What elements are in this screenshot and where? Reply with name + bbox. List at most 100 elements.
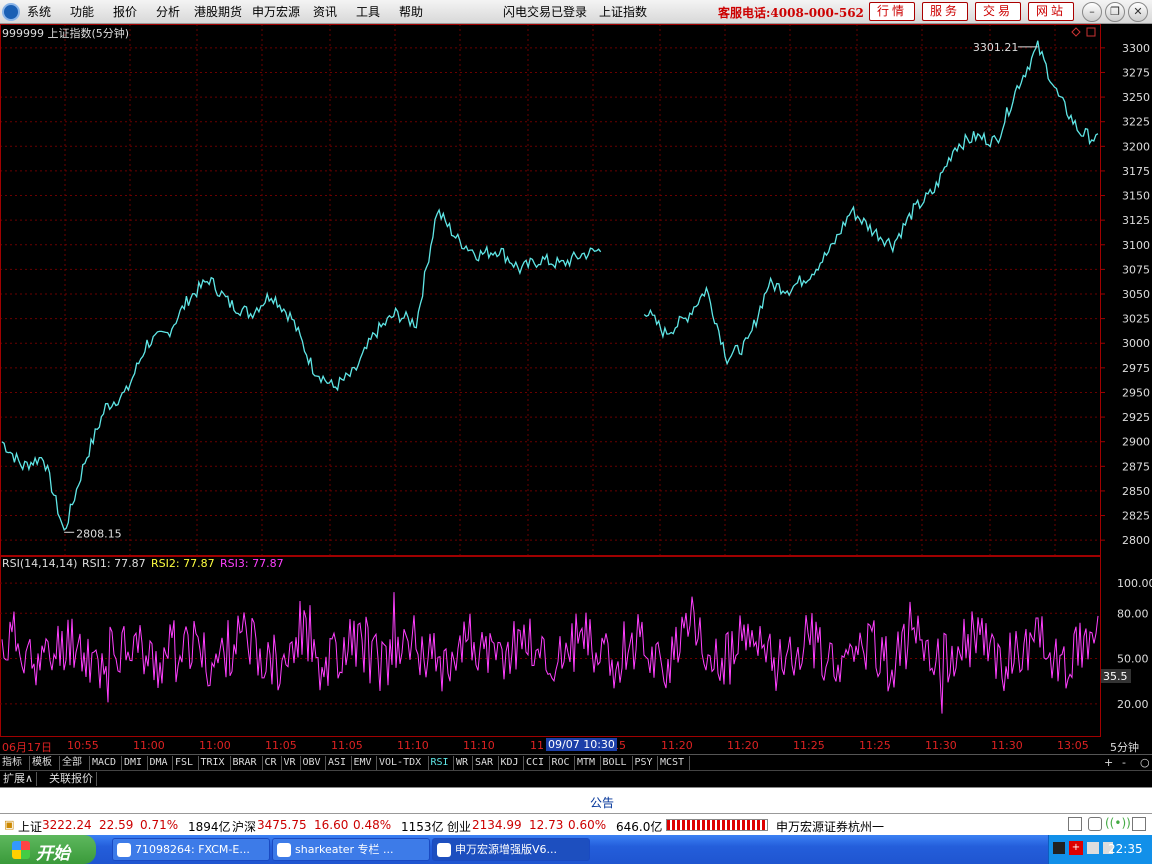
related-quotes-tab[interactable]: 关联报价 <box>46 772 97 786</box>
tray-network-icon[interactable] <box>1087 842 1099 854</box>
broker-name: 申万宏源证券杭州一 <box>776 820 885 834</box>
indicator-tab-rsi[interactable]: RSI <box>429 756 454 770</box>
service-hotline: 客服电话:4008-000-562 <box>718 6 864 20</box>
menu-system[interactable]: 系统 <box>27 3 51 20</box>
time-label: 13:05 <box>1057 739 1089 752</box>
minimize-icon[interactable]: – <box>1082 2 1102 22</box>
notice-bar: 公告 <box>0 787 1152 813</box>
indicator-tab-vr[interactable]: VR <box>282 756 301 770</box>
restore-icon[interactable]: ❐ <box>1105 2 1125 22</box>
y-tick-label: 2950 <box>1122 386 1150 399</box>
tray-app-icon[interactable] <box>1053 842 1065 854</box>
cy-change: 12.73 <box>529 818 564 832</box>
swhy-icon <box>437 843 451 857</box>
menu-tools[interactable]: 工具 <box>356 3 380 20</box>
y-tick-label: 3200 <box>1122 140 1150 153</box>
indicator-tabs: 指标 模板 全部 MACD DMI DMA FSL TRIX BRAR CR VR OBV ASI EMV… <box>0 754 1152 770</box>
indicator-tab-brar[interactable]: BRAR <box>231 756 263 770</box>
indicator-tab-macd[interactable]: MACD <box>90 756 122 770</box>
menu-swhy[interactable]: 申万宏源 <box>252 3 300 20</box>
website-button[interactable]: 网站 <box>1028 2 1074 21</box>
close-icon[interactable]: ✕ <box>1128 2 1148 22</box>
expand-tab[interactable]: 扩展∧ <box>0 772 38 786</box>
time-axis: 06月17日 10:55 11:00 11:00 11:05 11:05 11:10 11:… <box>0 737 1152 754</box>
indicator-tab-roc[interactable]: ROC <box>550 756 575 770</box>
indicator-tab-dma[interactable]: DMA <box>148 756 173 770</box>
menu-help[interactable]: 帮助 <box>399 3 423 20</box>
time-label: 11:05 <box>331 739 363 752</box>
sh-percent: 0.71% <box>140 818 179 832</box>
task-swhy[interactable]: 申万宏源增强版V6... <box>432 838 590 861</box>
indicator-tab-psy[interactable]: PSY <box>633 756 658 770</box>
alert-icon[interactable]: ▣ <box>4 818 14 831</box>
indicator-tab-mcst[interactable]: MCST <box>658 756 690 770</box>
rsi-current-value: 35.5 <box>1103 670 1128 683</box>
indicator-tab-指标[interactable]: 指标 <box>0 756 30 770</box>
browser-icon <box>277 843 291 857</box>
indicator-tab-obv[interactable]: OBV <box>301 756 326 770</box>
indicator-tab-trix[interactable]: TRIX <box>199 756 231 770</box>
task-fxcm[interactable]: 71098264: FXCM-E... <box>112 838 270 861</box>
indicator-tab-模板[interactable]: 模板 <box>30 756 60 770</box>
cy-percent: 0.60% <box>568 818 607 832</box>
time-label: 11:20 <box>727 739 759 752</box>
indicator-tab-cr[interactable]: CR <box>263 756 282 770</box>
rsi-grid <box>0 582 1100 705</box>
hs-volume: 1153亿 <box>401 820 444 834</box>
rsi-chart[interactable]: 20.00 50.00 80.00 100.00 RSI(14,14,14) RSI1… <box>0 556 1152 737</box>
indicator-tab-sar[interactable]: SAR <box>473 756 499 770</box>
time-label: 10:55 <box>67 739 99 752</box>
time-label: 11:00 <box>199 739 231 752</box>
notice-title[interactable]: 公告 <box>590 794 614 811</box>
indicator-tab-cci[interactable]: CCI <box>524 756 550 770</box>
task-browser[interactable]: sharkeater 专栏 ... <box>272 838 430 861</box>
time-label: 11:25 <box>793 739 825 752</box>
menu-hk-futures[interactable]: 港股期货 <box>194 3 242 20</box>
menu-function[interactable]: 功能 <box>70 3 94 20</box>
indicator-tab-fsl[interactable]: FSL <box>173 756 199 770</box>
rsi3-legend: RSI3: 77.87 <box>220 557 284 570</box>
indicator-tab-kdj[interactable]: KDJ <box>499 756 524 770</box>
rsi-tick-label: 80.00 <box>1117 607 1149 620</box>
menu-news[interactable]: 资讯 <box>313 3 337 20</box>
time-label: 11 <box>530 739 544 752</box>
indicator-tab-emv[interactable]: EMV <box>352 756 377 770</box>
y-tick-label: 2875 <box>1122 460 1150 473</box>
sh-volume: 1894亿 <box>188 820 231 834</box>
task-label: 71098264: FXCM-E... <box>135 843 250 856</box>
indicator-tab-vol-tdx[interactable]: VOL-TDX <box>377 756 429 770</box>
market-button[interactable]: 行情 <box>869 2 915 21</box>
price-chart[interactable]: 2800 2825 2850 2875 2900 2925 2950 2975 3000 3025… <box>0 24 1152 556</box>
menu-quote[interactable]: 报价 <box>113 3 137 20</box>
lock-icon[interactable] <box>1088 817 1102 831</box>
tray-plus-icon[interactable]: + <box>1069 841 1083 855</box>
indicator-tab-dmi[interactable]: DMI <box>122 756 148 770</box>
period-selector[interactable]: 5分钟 <box>1110 739 1139 755</box>
remove-indicator-icon[interactable]: - <box>1122 756 1126 769</box>
time-label: 11:20 <box>661 739 693 752</box>
indicator-tab-asi[interactable]: ASI <box>326 756 352 770</box>
expand-icon[interactable] <box>1086 27 1096 37</box>
extension-bar: 扩展∧ 关联报价 <box>0 770 1152 786</box>
add-indicator-icon[interactable]: + <box>1104 756 1113 769</box>
indicator-tab-全部[interactable]: 全部 <box>60 756 90 770</box>
rsi-series-line <box>1 592 1099 714</box>
cy-price: 2134.99 <box>472 818 522 832</box>
low-annotation: 2808.15 <box>76 527 122 540</box>
close-indicator-icon[interactable]: ○ <box>1140 756 1150 769</box>
service-button[interactable]: 服务 <box>922 2 968 21</box>
y-tick-label: 3250 <box>1122 91 1150 104</box>
window-icon[interactable] <box>1068 817 1082 831</box>
trade-button[interactable]: 交易 <box>975 2 1021 21</box>
fxcm-icon <box>117 843 131 857</box>
rsi-title: RSI(14,14,14) <box>2 557 77 570</box>
time-label: 11:05 <box>265 739 297 752</box>
settings-icon[interactable] <box>1132 817 1146 831</box>
menu-analysis[interactable]: 分析 <box>156 3 180 20</box>
diamond-icon[interactable] <box>1071 27 1081 37</box>
y-tick-label: 3225 <box>1122 116 1150 129</box>
indicator-tab-boll[interactable]: BOLL <box>601 756 633 770</box>
indicator-tab-mtm[interactable]: MTM <box>575 756 601 770</box>
indicator-tab-wr[interactable]: WR <box>454 756 473 770</box>
price-grid <box>0 24 1100 556</box>
